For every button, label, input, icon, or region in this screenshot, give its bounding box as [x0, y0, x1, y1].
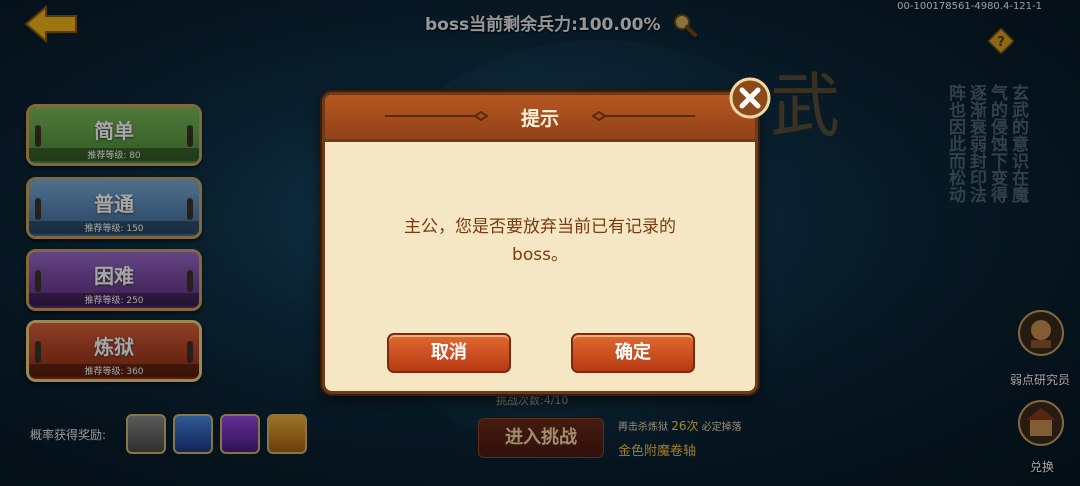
dialog-message-line: boss。	[512, 245, 568, 265]
header-ornament-icon	[591, 111, 695, 121]
confirm-dialog: 提示 主公，您是否要放弃当前已有记录的 boss。 取消 确定	[322, 92, 758, 394]
dialog-message-line: 主公，您是否要放弃当前已有记录的	[404, 217, 676, 237]
cancel-button[interactable]: 取消	[387, 333, 511, 373]
dialog-header: 提示	[325, 95, 755, 142]
confirm-button[interactable]: 确定	[571, 333, 695, 373]
close-icon[interactable]	[728, 76, 772, 120]
dialog-message: 主公，您是否要放弃当前已有记录的 boss。	[365, 213, 715, 269]
